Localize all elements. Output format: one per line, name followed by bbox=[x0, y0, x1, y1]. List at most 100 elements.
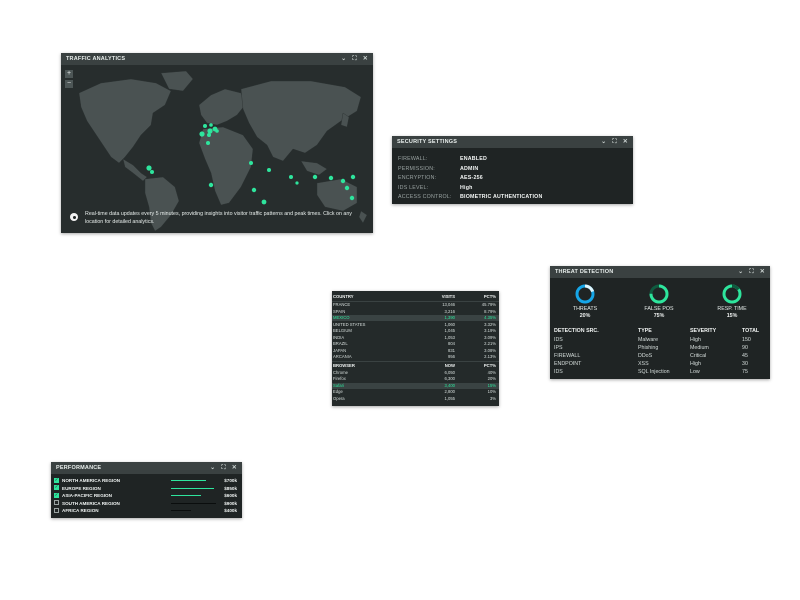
close-icon[interactable]: ✕ bbox=[363, 56, 368, 62]
table-row-selected[interactable]: Safari 3,400 15% bbox=[332, 382, 499, 389]
cell-pct: 3.19% bbox=[484, 328, 496, 333]
cell-pct: 3% bbox=[489, 395, 496, 401]
landmass-africa bbox=[198, 126, 254, 206]
setting-value[interactable]: ENABLED bbox=[460, 156, 487, 162]
region-checkbox[interactable] bbox=[54, 476, 59, 483]
region-name: EUROPE REGION bbox=[62, 485, 101, 491]
cell-pct: 40% bbox=[487, 369, 496, 375]
threat-title: THREAT DETECTION bbox=[555, 269, 614, 275]
setting-value[interactable]: AES-256 bbox=[460, 175, 483, 181]
traffic-titlebar[interactable]: TRAFFIC ANALYTICS ⌄ ⛶ ✕ bbox=[61, 53, 373, 65]
table-row[interactable]: JAPAN 831 3.08% bbox=[332, 348, 499, 354]
col-header: VISITS bbox=[441, 294, 455, 299]
cell-now: 3,400 bbox=[444, 382, 455, 388]
cell-country: UNITED STATES bbox=[333, 321, 366, 327]
table-row-selected[interactable]: MEXICO 1,390 4.35% bbox=[332, 315, 499, 321]
marker-dot bbox=[249, 161, 253, 165]
region-checkbox[interactable] bbox=[54, 500, 59, 505]
region-bar-fill bbox=[171, 502, 216, 504]
visitor-stats-panel: COUNTRY VISITS PCT% FRANCE 13,046 45.79%… bbox=[332, 291, 499, 406]
maximize-icon[interactable]: ⛶ bbox=[612, 139, 616, 145]
marker-dot bbox=[207, 133, 211, 137]
cell-country: BELGIUM bbox=[333, 328, 352, 333]
region-name: SOUTH AMERICA REGION bbox=[62, 500, 120, 506]
cell-pct: 3.32% bbox=[484, 321, 496, 327]
cell-visits: 1,060 bbox=[444, 321, 455, 327]
cell-total: 45 bbox=[742, 353, 748, 359]
cell-country: JAPAN bbox=[333, 347, 347, 353]
threat-titlebar[interactable]: THREAT DETECTION ⌄ ⛶ ✕ bbox=[550, 266, 770, 278]
table-row[interactable]: SPAIN 3,216 8.79% bbox=[332, 309, 499, 315]
traffic-caption: Real-time data updates every 5 minutes, … bbox=[85, 211, 352, 225]
close-icon[interactable]: ✕ bbox=[760, 269, 765, 275]
setting-key: PERMISSION: bbox=[398, 165, 435, 172]
maximize-icon[interactable]: ⛶ bbox=[352, 56, 356, 62]
region-amount: $700k bbox=[224, 478, 237, 483]
close-icon[interactable]: ✕ bbox=[232, 465, 237, 471]
table-row[interactable]: Firefox 6,300 20% bbox=[332, 376, 499, 382]
cell-pct: 4.35% bbox=[484, 315, 496, 320]
cell-visits: 3,216 bbox=[444, 308, 455, 314]
cell-total: 90 bbox=[742, 345, 748, 351]
table-row[interactable]: Opera 1,055 3% bbox=[332, 396, 499, 402]
minimize-icon[interactable]: ⌄ bbox=[601, 139, 606, 145]
maximize-icon[interactable]: ⛶ bbox=[749, 269, 753, 275]
marker-dot bbox=[207, 128, 213, 134]
table-row[interactable]: ARCANIA 956 2.13% bbox=[332, 354, 499, 360]
zoom-in-button[interactable]: + bbox=[65, 70, 73, 78]
world-map[interactable] bbox=[61, 65, 373, 233]
cell-pct: 2.13% bbox=[484, 354, 496, 359]
cell-visits: 1,053 bbox=[444, 334, 455, 340]
region-row: EUROPE REGION $850k bbox=[54, 483, 239, 492]
marker-dot bbox=[150, 170, 154, 174]
setting-value[interactable]: BIOMETRIC AUTHENTICATION bbox=[460, 194, 542, 200]
cell-country: MEXICO bbox=[333, 315, 350, 320]
region-row: SOUTH AMERICA REGION $900k bbox=[54, 500, 239, 507]
table-row[interactable]: BELGIUM 1,045 3.19% bbox=[332, 328, 499, 334]
performance-titlebar[interactable]: PERFORMANCE ⌄ ⛶ ✕ bbox=[51, 462, 242, 474]
region-row: NORTH AMERICA REGION $700k bbox=[54, 476, 239, 484]
col-header: NOW bbox=[444, 363, 455, 368]
cell-pct: 20% bbox=[487, 376, 496, 381]
security-titlebar[interactable]: SECURITY SETTINGS ⌄ ⛶ ✕ bbox=[392, 136, 633, 148]
region-bar bbox=[171, 510, 221, 512]
cell-visits: 13,046 bbox=[442, 302, 455, 307]
marker-dot bbox=[146, 165, 152, 171]
marker-dot bbox=[267, 168, 271, 172]
region-checkbox[interactable] bbox=[54, 507, 59, 513]
marker-dot bbox=[295, 181, 299, 185]
table-row[interactable]: Chrome 6,050 40% bbox=[332, 370, 499, 376]
cell-source: IDS bbox=[554, 337, 563, 343]
close-icon[interactable]: ✕ bbox=[623, 139, 628, 145]
marker-dot bbox=[340, 178, 346, 184]
table-row[interactable]: FRANCE 13,046 45.79% bbox=[332, 302, 499, 308]
table-row[interactable]: INDIA 1,053 3.09% bbox=[332, 335, 499, 341]
cell-pct: 3.08% bbox=[484, 347, 496, 353]
marker-dot bbox=[328, 175, 334, 181]
gauge-label: THREATS bbox=[572, 306, 598, 312]
table-row[interactable]: BRAZIL 804 2.21% bbox=[332, 341, 499, 347]
minimize-icon[interactable]: ⌄ bbox=[341, 56, 346, 62]
cell-now: 2,800 bbox=[444, 389, 455, 394]
maximize-icon[interactable]: ⛶ bbox=[221, 465, 225, 471]
minimize-icon[interactable]: ⌄ bbox=[738, 269, 743, 275]
table-row[interactable]: UNITED STATES 1,060 3.32% bbox=[332, 322, 499, 328]
col-header: SEVERITY bbox=[690, 328, 717, 334]
col-header: COUNTRY bbox=[333, 294, 354, 299]
region-row: ASIA-PACIFIC REGION $600k bbox=[54, 491, 239, 499]
region-checkbox[interactable] bbox=[54, 483, 59, 490]
marker-dot bbox=[350, 174, 356, 180]
zoom-out-button[interactable]: − bbox=[65, 80, 73, 88]
col-header: TOTAL bbox=[742, 328, 760, 334]
security-settings-panel: SECURITY SETTINGS ⌄ ⛶ ✕ FIREWALL: ENABLE… bbox=[392, 136, 633, 204]
landmass-australia bbox=[316, 178, 358, 212]
region-checkbox[interactable] bbox=[54, 491, 59, 498]
col-header: BROWSER bbox=[333, 363, 355, 368]
cell-browser: Opera bbox=[333, 395, 345, 401]
cell-now: 6,300 bbox=[444, 376, 455, 381]
table-row[interactable]: Edge 2,800 10% bbox=[332, 389, 499, 395]
minimize-icon[interactable]: ⌄ bbox=[210, 465, 215, 471]
gauge-false-pos bbox=[649, 284, 669, 304]
setting-value[interactable]: High bbox=[460, 185, 473, 191]
setting-value[interactable]: ADMIN bbox=[460, 166, 478, 172]
